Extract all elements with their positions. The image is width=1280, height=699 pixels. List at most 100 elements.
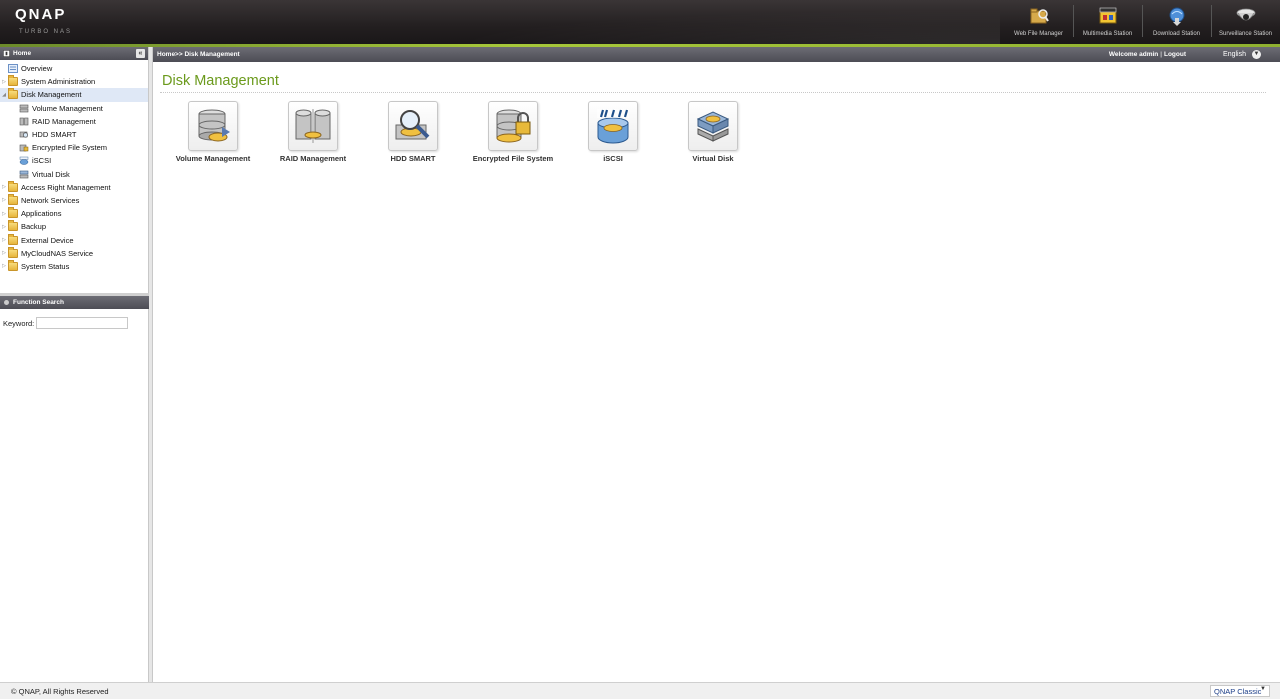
left-navigation-panel: Home « Overview ▷ System Administration … xyxy=(0,47,149,682)
expand-arrow-icon[interactable]: ▷ xyxy=(0,224,8,230)
keyword-search: Keyword: xyxy=(3,317,129,329)
volume-management-icon xyxy=(198,109,230,142)
sidebar-item-raid-management[interactable]: RAID Management xyxy=(0,115,148,128)
sidebar-item-network-services[interactable]: ▷ Network Services xyxy=(0,193,148,207)
sidebar-item-system-administration[interactable]: ▷ System Administration xyxy=(0,75,148,88)
logout-link[interactable]: Logout xyxy=(1164,51,1186,58)
collapse-sidebar-button[interactable]: « xyxy=(136,49,145,58)
folder-icon xyxy=(8,193,18,205)
expand-arrow-icon[interactable]: ▷ xyxy=(0,250,8,256)
download-station-label: Download Station xyxy=(1152,31,1201,37)
sidebar-title: Home xyxy=(13,50,32,57)
chevron-down-icon[interactable]: ▼ xyxy=(1252,50,1261,59)
tile-icon-box[interactable] xyxy=(588,101,638,151)
function-search-title: Function Search xyxy=(13,299,64,306)
raid-management-icon xyxy=(19,117,29,126)
user-menu: Welcome admin | Logout xyxy=(1109,51,1186,58)
chevron-down-icon: ▼ xyxy=(1260,686,1266,692)
hdd-smart-icon xyxy=(19,131,29,138)
home-icon xyxy=(3,50,10,57)
encrypted-file-system-icon xyxy=(496,109,531,143)
sidebar-item-label: Backup xyxy=(21,222,47,232)
tile-icon-box[interactable] xyxy=(488,101,538,151)
expand-arrow-icon[interactable]: ▷ xyxy=(0,184,8,190)
tile-icon-box[interactable] xyxy=(188,101,238,151)
folder-icon xyxy=(8,180,18,192)
sidebar-item-external-device[interactable]: ▷ External Device xyxy=(0,233,148,246)
download-station-button[interactable]: Download Station xyxy=(1142,0,1211,44)
theme-select[interactable]: QNAP Classic ▼ xyxy=(1210,685,1270,697)
iscsi-icon xyxy=(19,157,29,166)
encrypted-file-system-icon xyxy=(19,144,29,152)
multimedia-station-label: Multimedia Station xyxy=(1082,31,1133,37)
sidebar-item-backup[interactable]: ▷ Backup xyxy=(0,220,148,233)
header-swoosh xyxy=(300,0,1000,44)
panel-splitter[interactable] xyxy=(149,47,153,682)
raid-management-icon xyxy=(295,109,331,143)
expand-arrow-icon[interactable]: ▷ xyxy=(0,79,8,85)
sidebar-item-label: Encrypted File System xyxy=(32,143,108,153)
sidebar-item-overview[interactable]: Overview xyxy=(0,62,148,75)
function-search-header[interactable]: Function Search xyxy=(0,293,149,309)
sidebar-item-label: External Device xyxy=(21,235,74,245)
web-file-manager-icon xyxy=(1030,8,1049,24)
surveillance-station-button[interactable]: Surveillance Station xyxy=(1211,0,1280,44)
keyword-input[interactable] xyxy=(36,317,129,329)
sidebar-item-disk-management[interactable]: ◢ Disk Management xyxy=(0,88,148,102)
volume-management-icon xyxy=(19,104,29,112)
tile-icon-box[interactable] xyxy=(388,101,438,151)
tile-encrypted-file-system[interactable]: Encrypted File System xyxy=(463,101,563,163)
title-divider xyxy=(160,92,1266,93)
sidebar-item-access-right-management[interactable]: ▷ Access Right Management xyxy=(0,180,148,194)
tile-hdd-smart[interactable]: HDD SMART xyxy=(363,101,463,163)
sidebar-item-label: System Status xyxy=(21,261,70,271)
tile-label[interactable]: HDD SMART xyxy=(391,154,436,163)
sidebar-item-virtual-disk[interactable]: Virtual Disk xyxy=(0,168,148,181)
overview-icon xyxy=(8,64,18,73)
virtual-disk-icon xyxy=(696,111,730,142)
app-launcher: Web File Manager Multimedia Station Down… xyxy=(1004,0,1280,44)
tile-label[interactable]: iSCSI xyxy=(603,154,623,163)
tile-label[interactable]: Volume Management xyxy=(176,154,250,163)
tile-virtual-disk[interactable]: Virtual Disk xyxy=(663,101,763,163)
tile-label[interactable]: Virtual Disk xyxy=(692,154,733,163)
expand-arrow-icon[interactable]: ▷ xyxy=(0,263,8,269)
navigation-tree: Overview ▷ System Administration ◢ Disk … xyxy=(0,60,148,273)
language-select[interactable]: English xyxy=(1223,51,1246,58)
tile-volume-management[interactable]: Volume Management xyxy=(163,101,263,163)
sidebar-item-encrypted-file-system[interactable]: Encrypted File System xyxy=(0,141,148,154)
multimedia-station-button[interactable]: Multimedia Station xyxy=(1073,0,1142,44)
page-title: Disk Management xyxy=(162,73,279,89)
expand-arrow-icon[interactable]: ▷ xyxy=(0,197,8,203)
tile-iscsi[interactable]: iSCSI xyxy=(563,101,663,163)
tile-label[interactable]: Encrypted File System xyxy=(473,154,553,163)
sidebar-item-label: Network Services xyxy=(21,195,80,205)
sidebar-item-volume-management[interactable]: Volume Management xyxy=(0,102,148,115)
sidebar-item-hdd-smart[interactable]: HDD SMART xyxy=(0,128,148,141)
keyword-label: Keyword: xyxy=(3,318,35,328)
sidebar-item-applications[interactable]: ▷ Applications xyxy=(0,207,148,220)
sidebar-item-label: System Administration xyxy=(21,77,96,87)
download-station-icon xyxy=(1169,7,1184,26)
sidebar-item-label: Disk Management xyxy=(21,90,82,100)
sidebar-item-system-status[interactable]: ▷ System Status xyxy=(0,259,148,273)
breadcrumb-bar: Home>> Disk Management Welcome admin | Log… xyxy=(153,47,1280,62)
expand-arrow-icon[interactable]: ▷ xyxy=(0,237,8,243)
disk-management-tiles: Volume Management RAID Management HDD SM… xyxy=(163,101,763,163)
tile-icon-box[interactable] xyxy=(688,101,738,151)
sidebar-item-label: Access Right Management xyxy=(21,182,111,192)
breadcrumb[interactable]: Home>> Disk Management xyxy=(157,51,240,58)
expand-arrow-icon[interactable]: ▷ xyxy=(0,211,8,217)
collapse-arrow-icon[interactable]: ◢ xyxy=(0,92,8,98)
web-file-manager-label: Web File Manager xyxy=(1014,31,1063,37)
tile-label[interactable]: RAID Management xyxy=(280,154,346,163)
sidebar-item-iscsi[interactable]: iSCSI xyxy=(0,154,148,167)
tile-raid-management[interactable]: RAID Management xyxy=(263,101,363,163)
sidebar-item-mycloudnas-service[interactable]: ▷ MyCloudNAS Service xyxy=(0,246,148,260)
open-folder-icon xyxy=(8,88,18,100)
web-file-manager-button[interactable]: Web File Manager xyxy=(1004,0,1073,44)
theme-value: QNAP Classic xyxy=(1214,686,1262,696)
tile-icon-box[interactable] xyxy=(288,101,338,151)
welcome-text: Welcome admin xyxy=(1108,51,1159,58)
top-header: QNAP TURBO NAS Web File Manager Multimed… xyxy=(0,0,1280,44)
